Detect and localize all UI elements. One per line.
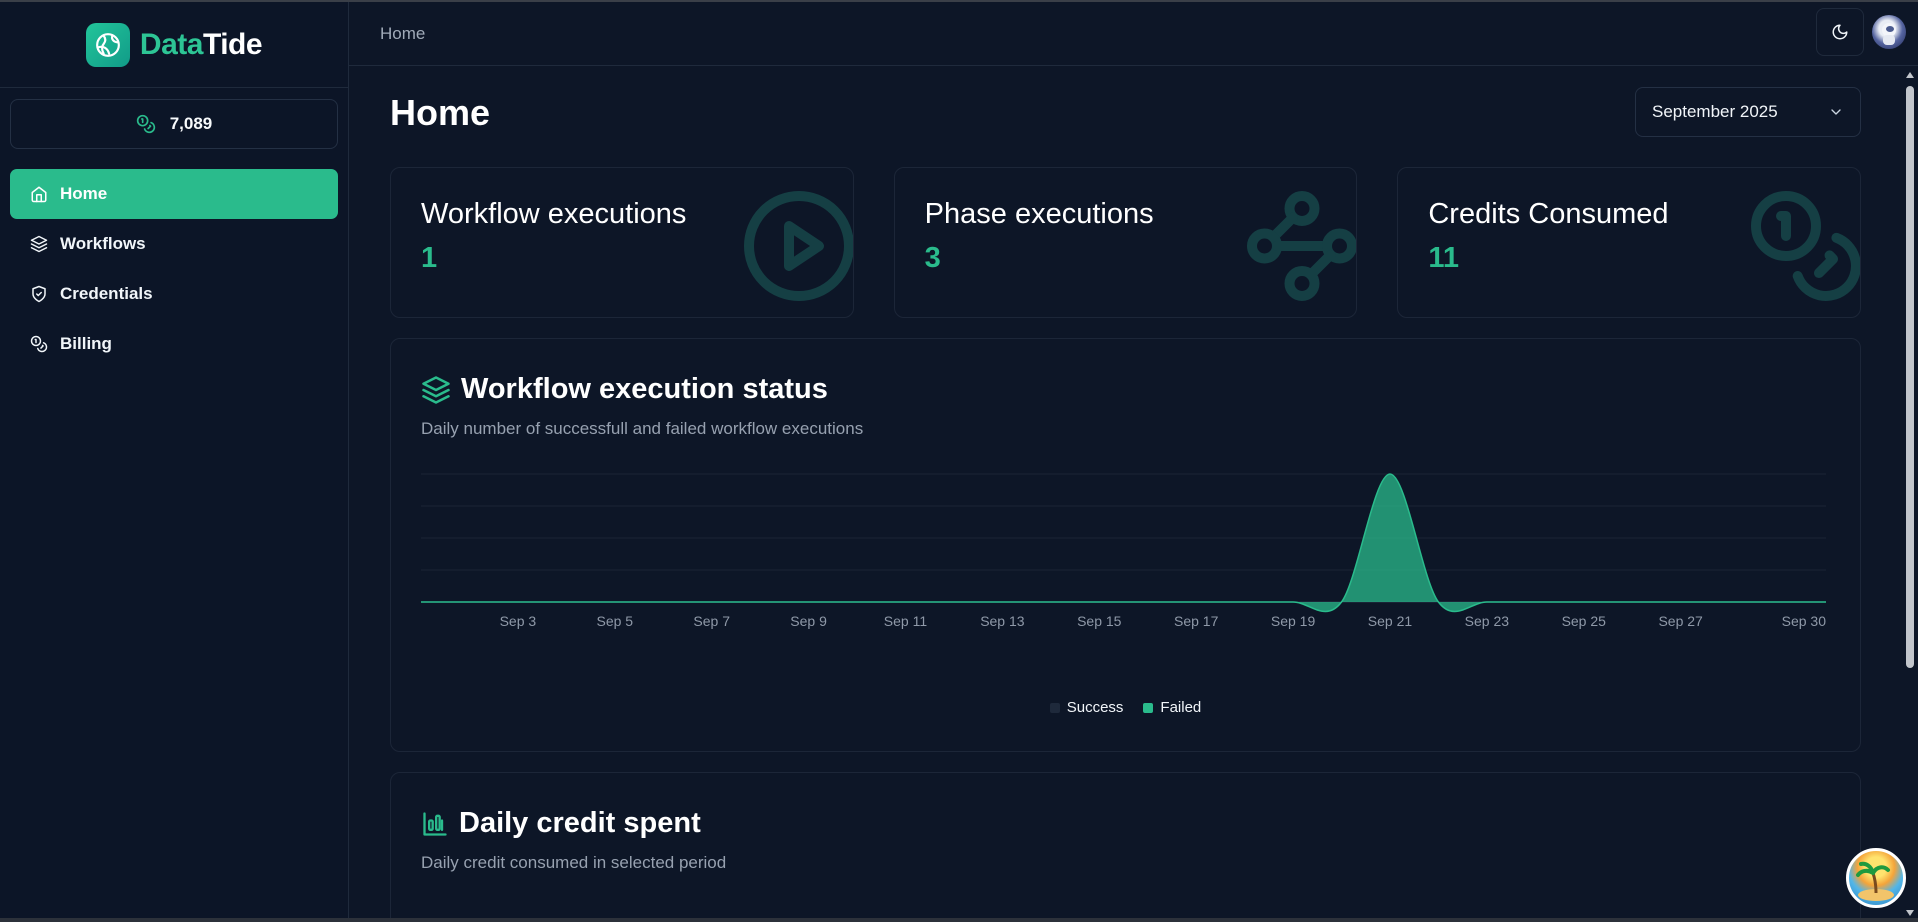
page-title: Home <box>390 92 491 133</box>
brand-name: DataTide <box>139 27 263 61</box>
sidebar-item-billing[interactable]: Billing <box>10 319 338 369</box>
vertical-scrollbar[interactable] <box>1902 66 1918 922</box>
scroll-down-icon[interactable] <box>1905 908 1915 918</box>
sidebar-item-label: Home <box>60 184 108 203</box>
panel-subtitle: Daily credit consumed in selected period <box>421 853 727 872</box>
stats-row: Workflow executions 1 Phase executions 3… <box>390 167 1862 318</box>
sidebar-item-home[interactable]: Home <box>10 169 338 219</box>
top-actions <box>1816 8 1906 56</box>
x-tick-label: Sep 11 <box>884 613 928 629</box>
scroll-up-icon[interactable] <box>1905 70 1915 80</box>
stat-label: Phase executions <box>924 198 1154 230</box>
brand-icon <box>85 22 130 67</box>
daily-credit-panel: Daily credit spent Daily credit consumed… <box>390 772 1861 922</box>
panel-title: Daily credit spent <box>459 807 701 839</box>
sidebar-item-credentials[interactable]: Credentials <box>10 269 338 319</box>
topbar: Home <box>349 2 1918 66</box>
breadcrumb[interactable]: Home <box>380 24 425 44</box>
x-tick-label: Sep 13 <box>980 613 1025 629</box>
chevron-down-icon <box>1831 109 1841 115</box>
layers-icon <box>30 235 48 253</box>
x-tick-label: Sep 7 <box>693 613 730 629</box>
series-line-failed[interactable] <box>421 473 1826 613</box>
avatar[interactable] <box>1872 15 1906 49</box>
legend-label: Success <box>1066 699 1124 716</box>
coins-icon <box>30 335 48 353</box>
x-tick-label: Sep 9 <box>790 613 827 629</box>
credits-value: 7,089 <box>169 114 213 133</box>
x-tick-label: Sep 5 <box>596 613 633 629</box>
astronaut-icon <box>1882 23 1896 45</box>
stat-card-workflow-executions: Workflow executions 1 <box>390 167 854 318</box>
legend-item-success[interactable]: Success <box>1049 699 1124 716</box>
waypoints-icon <box>1247 191 1357 301</box>
logo[interactable]: DataTide <box>0 2 348 88</box>
stat-value: 3 <box>924 242 941 274</box>
panel-header: Daily credit spent <box>421 807 701 840</box>
x-tick-label: Sep 3 <box>500 613 537 629</box>
x-tick-label: Sep 27 <box>1658 613 1703 629</box>
shield-check-icon <box>32 285 46 303</box>
series-area-failed[interactable] <box>421 474 1826 612</box>
legend-item-failed[interactable]: Failed <box>1143 699 1201 716</box>
coins-icon <box>136 114 155 134</box>
credits-balance[interactable]: 7,089 <box>10 99 338 149</box>
stat-value: 1 <box>421 242 438 274</box>
x-tick-label: Sep 30 <box>1782 613 1827 629</box>
theme-toggle-button[interactable] <box>1816 8 1864 56</box>
assistant-button[interactable] <box>1846 848 1906 908</box>
chart-column-icon <box>423 811 447 836</box>
stat-label: Workflow executions <box>421 198 687 230</box>
x-tick-label: Sep 23 <box>1465 613 1510 629</box>
scroll-thumb[interactable] <box>1906 86 1914 668</box>
stat-value: 11 <box>1428 242 1460 274</box>
period-select[interactable]: September 2025 <box>1635 87 1861 137</box>
moon-icon <box>1832 24 1848 40</box>
circle-play-icon <box>743 191 853 301</box>
sidebar-item-label: Credentials <box>60 284 153 303</box>
stat-label: Credits Consumed <box>1428 198 1669 230</box>
home-icon <box>31 186 47 203</box>
x-tick-label: Sep 21 <box>1368 613 1413 629</box>
page-header: Home September 2025 <box>390 66 1861 167</box>
sidebar-item-label: Billing <box>60 334 112 353</box>
x-tick-label: Sep 19 <box>1271 613 1316 629</box>
window-bottom-edge <box>0 918 1918 922</box>
period-value: September 2025 <box>1652 102 1778 121</box>
chart-legend: Success Failed <box>391 699 1860 716</box>
legend-swatch <box>1049 702 1060 713</box>
execution-status-chart[interactable]: Sep 3 Sep 5 Sep 7 Sep 9 Sep 11 Sep 13 Sep 15 Se… <box>391 339 1862 753</box>
execution-status-panel: Workflow execution status Daily number o… <box>390 338 1861 752</box>
legend-label: Failed <box>1160 699 1202 716</box>
main-area: Home Home September 2025 Workflow execut… <box>349 2 1918 922</box>
palm-island-icon <box>1856 861 1894 901</box>
content: Home September 2025 Workflow executions … <box>390 66 1862 922</box>
coins-icon <box>1751 191 1861 301</box>
legend-swatch <box>1143 702 1154 713</box>
x-tick-label: Sep 17 <box>1174 613 1219 629</box>
sidebar-nav: Home Workflows Credentials Billing <box>0 169 348 369</box>
x-tick-label: Sep 25 <box>1562 613 1607 629</box>
stat-card-credits-consumed: Credits Consumed 11 <box>1397 167 1862 318</box>
x-tick-label: Sep 15 <box>1077 613 1122 629</box>
sidebar-item-label: Workflows <box>60 234 146 253</box>
sidebar: DataTide 7,089 Home Workflows Credential… <box>0 2 349 922</box>
sidebar-item-workflows[interactable]: Workflows <box>10 219 338 269</box>
stat-card-phase-executions: Phase executions 3 <box>893 167 1358 318</box>
